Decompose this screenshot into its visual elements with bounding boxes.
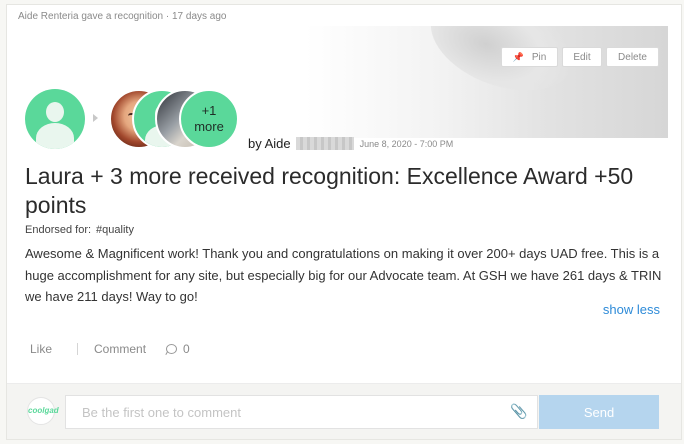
avatar-body: [36, 123, 74, 149]
recognition-title: Laura + 3 more received recognition: Exc…: [25, 163, 634, 218]
more-label: more: [194, 119, 224, 134]
show-less-link[interactable]: show less: [603, 302, 660, 317]
more-recipients-badge[interactable]: +1 more: [179, 89, 239, 149]
more-count: +1: [201, 103, 217, 118]
comment-count-value: 0: [183, 342, 190, 356]
activity-line: Aide Renteria gave a recognition · 17 da…: [18, 11, 227, 22]
banner-image: [417, 26, 589, 109]
endorsed-label: Endorsed for:: [25, 224, 92, 236]
recognition-message: Awesome & Magnificent work! Thank you an…: [25, 246, 662, 304]
pin-label: Pin: [531, 51, 547, 63]
divider: [77, 343, 79, 355]
comment-input[interactable]: [65, 395, 538, 429]
byline: by Aide June 8, 2020 - 7:00 PM: [248, 136, 453, 151]
comment-count[interactable]: 0: [166, 342, 190, 356]
company-logo: coolgad: [27, 397, 59, 425]
delete-button[interactable]: Delete: [606, 47, 659, 67]
avatar-head: [46, 102, 64, 122]
post-date: June 8, 2020 - 7:00 PM: [359, 138, 454, 149]
action-bar: Like Comment 0: [30, 342, 190, 356]
send-button[interactable]: Send: [539, 395, 659, 429]
pin-button[interactable]: 📌 Pin: [501, 47, 558, 67]
paperclip-icon[interactable]: 📎: [510, 403, 527, 421]
comment-button[interactable]: Comment: [94, 342, 146, 356]
like-button[interactable]: Like: [30, 342, 52, 356]
comment-bubble-icon: [166, 344, 178, 354]
pin-icon: 📌: [512, 51, 524, 62]
arrow-right-icon: [93, 114, 98, 122]
byline-author[interactable]: by Aide: [248, 136, 291, 151]
redacted-name: [295, 137, 354, 150]
endorsed-tag[interactable]: #quality: [96, 224, 134, 236]
endorsed-for: Endorsed for: #quality: [25, 224, 139, 236]
edit-button[interactable]: Edit: [562, 47, 602, 67]
giver-avatar[interactable]: [25, 89, 85, 149]
hero-banner: [9, 26, 668, 138]
comment-footer: coolgad 📎 Send: [7, 383, 681, 439]
